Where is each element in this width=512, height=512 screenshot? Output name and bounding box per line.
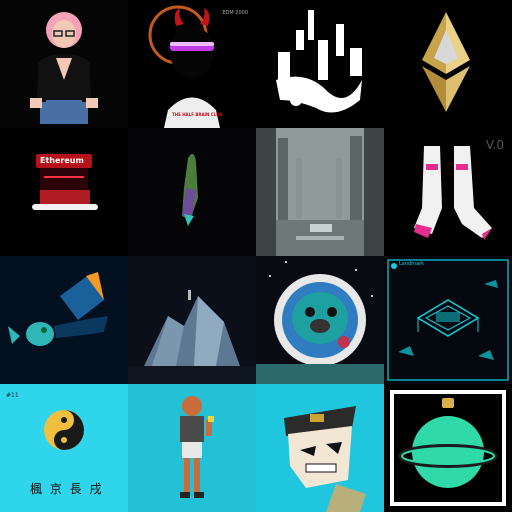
yin-yang-glyphs: 楓 京 長 戌 (30, 482, 104, 496)
devil-hoodie-art (148, 5, 220, 128)
abstract-splash-art (276, 10, 362, 113)
green-crystal-art (182, 153, 198, 226)
tile-character[interactable] (128, 384, 256, 512)
misty-lake-art (256, 128, 384, 256)
tile-ethereum-gold[interactable] (384, 0, 512, 128)
green-planet-art (390, 390, 506, 506)
landmark-header-text: Landmark (399, 261, 425, 267)
devil-hoodie-chest-text: THE HALF BRAIN CLUB (172, 112, 223, 117)
pink-hair-avatar-art (30, 12, 98, 124)
character-art (180, 396, 214, 498)
tile-astronaut-pug[interactable] (256, 256, 384, 384)
tile-green-planet[interactable] (384, 384, 512, 512)
tile-iceberg[interactable] (128, 256, 256, 384)
ethereum-gold-art (422, 12, 470, 112)
tile-socks[interactable]: V.0 (384, 128, 512, 256)
socks-version-text: V.0 (485, 138, 504, 152)
tile-misty-lake[interactable] (256, 128, 384, 256)
tile-pink-hair-avatar[interactable] (0, 0, 128, 128)
tile-ethereum-sign[interactable]: Ethereum (0, 128, 128, 256)
tile-landmark[interactable]: Landmark (384, 256, 512, 384)
ethereum-sign-label: Ethereum (40, 156, 84, 165)
yin-yang-number: #11 (6, 392, 19, 399)
anime-face-art (284, 406, 366, 512)
blue-fish-art (8, 272, 108, 346)
tile-green-crystal[interactable] (128, 128, 256, 256)
tile-yin-yang[interactable]: #11 楓 京 長 戌 (0, 384, 128, 512)
nft-gallery-grid: EDM 2000 THE HALF BRAIN CLUB Ethereum V.… (0, 0, 512, 512)
tile-blue-fish[interactable] (0, 256, 128, 384)
iceberg-art (128, 290, 256, 384)
ethereum-sign-art (32, 154, 98, 210)
astronaut-pug-art (256, 261, 384, 384)
landmark-art (387, 259, 509, 381)
tile-abstract-splash[interactable] (256, 0, 384, 128)
tile-anime-face[interactable] (256, 384, 384, 512)
tile-devil-hoodie[interactable]: EDM 2000 THE HALF BRAIN CLUB (128, 0, 256, 128)
devil-hoodie-corner-text: EDM 2000 (222, 10, 248, 16)
